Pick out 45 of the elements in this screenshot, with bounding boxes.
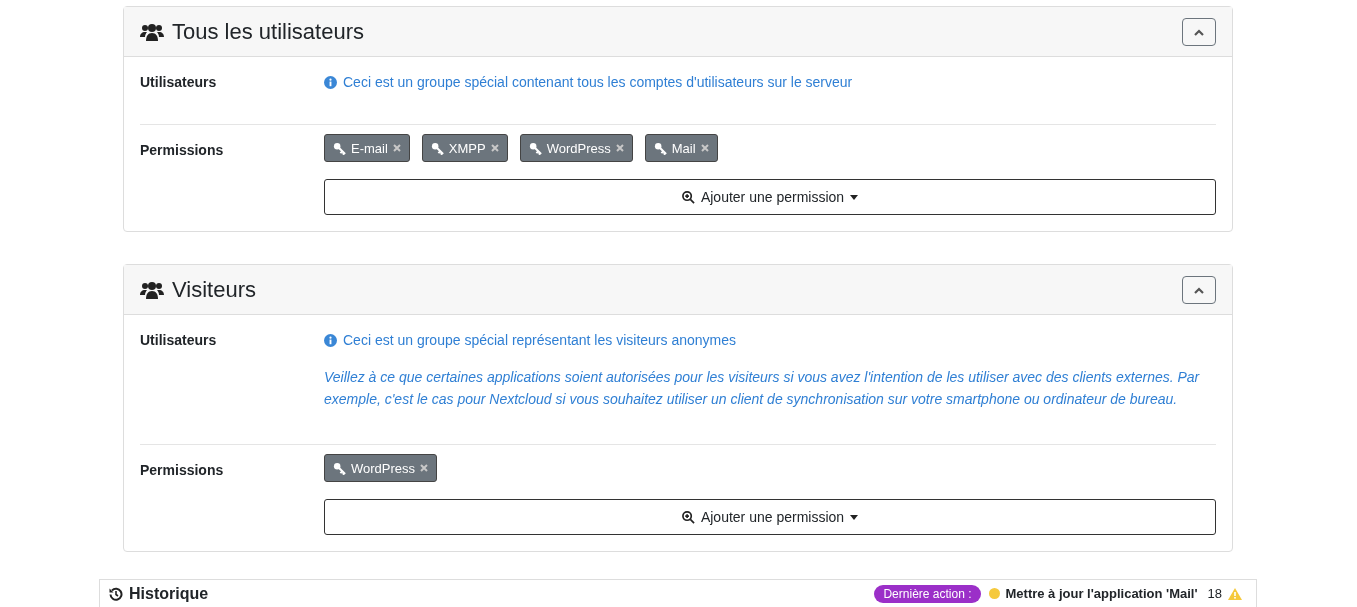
field-label: Permissions [140,142,225,160]
key-icon [333,461,346,475]
note-text: Veillez à ce que certaines applications soient autorisées pour les visiteurs si vous avez l'intention de les utiliser avec des clients externes. Par exemple, c'est le cas pour Nextcloud si vous souhaitez utiliser un client de synchronisation sur votre smartphone ou ordinateur de bureau. [324,368,1201,409]
caret-down-icon [850,514,859,520]
panel-title: Visiteurs [172,276,257,303]
zoom-in-icon [681,510,695,524]
add-permission-button[interactable]: Ajouter une permission [324,499,1216,535]
caret-icon [1193,27,1205,36]
permission-name: XMPP [448,140,486,156]
permission-name: Mail [671,140,696,156]
collapse-button[interactable] [1182,275,1216,304]
permission-name: E-mail [351,140,388,156]
info-icon [324,75,337,89]
caret-down-icon [850,194,859,200]
status-dot-icon [988,588,1000,599]
info-text: Ceci est un groupe spécial contenant tous les comptes d'utilisateurs sur le serveur [343,74,853,90]
field-label: Utilisateurs [140,74,218,90]
key-icon [333,141,346,155]
remove-icon[interactable] [392,144,401,152]
users-icon [140,22,164,41]
permission-name: WordPress [351,460,416,476]
key-icon [653,141,667,155]
history-title[interactable]: Historique [129,584,209,603]
key-icon [528,141,542,155]
users-icon [140,280,164,299]
warning-icon [1228,587,1242,600]
zoom-in-icon [681,190,695,204]
info-icon [324,333,337,347]
warning-count: 18 [1207,586,1222,601]
last-action-text: Mettre à jour l'application 'Mail' [1005,586,1198,601]
permission-name: WordPress [546,140,611,156]
caret-icon [1193,285,1205,294]
remove-icon[interactable] [490,144,499,152]
panel-title: Tous les utilisateurs [172,18,365,45]
add-permission-button[interactable]: Ajouter une permission [324,179,1216,215]
history-icon[interactable] [109,586,123,601]
remove-icon[interactable] [615,144,624,152]
key-icon [430,141,444,155]
remove-icon[interactable] [700,144,709,152]
last-action-badge: Dernière action : [874,584,981,603]
remove-icon[interactable] [420,464,429,472]
field-label: Permissions [140,462,225,480]
info-text: Ceci est un groupe spécial représentant les visiteurs anonymes [343,332,736,348]
field-label: Utilisateurs [140,332,218,350]
collapse-button[interactable] [1182,17,1216,46]
